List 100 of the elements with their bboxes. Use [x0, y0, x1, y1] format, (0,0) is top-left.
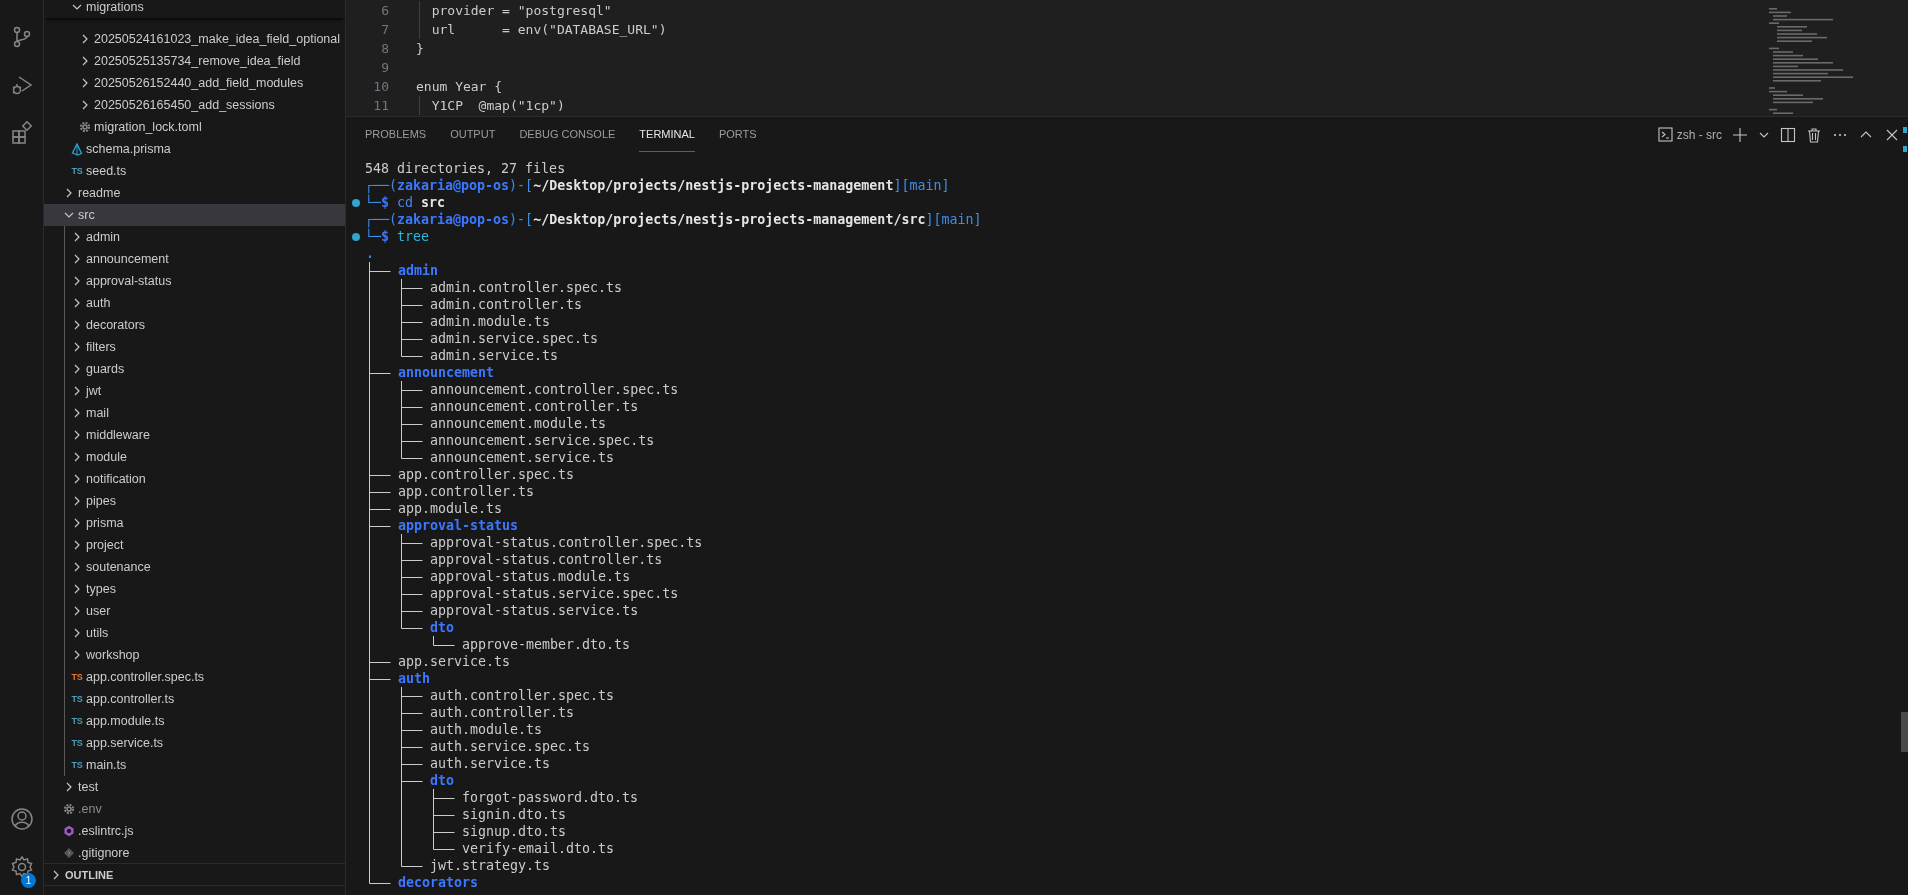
terminal-output: 548 directories, 27 files — [365, 161, 566, 176]
folder-item[interactable]: 20250525135734_remove_idea_field — [44, 50, 345, 72]
panel-tab[interactable]: PROBLEMS — [365, 117, 427, 152]
file-name: admin.controller.ts — [430, 296, 583, 313]
prompt-line: ┌──(zakaria@pop-os)-[~/Desktop/projects/nestjs-projects-management][main] — [365, 178, 950, 193]
panel-tab[interactable]: PORTS — [718, 117, 757, 152]
file-name: approval-status.module.ts — [430, 568, 631, 585]
folder-item[interactable]: pipes — [44, 490, 345, 512]
file-item[interactable]: TS app.controller.ts — [44, 688, 345, 710]
file-name: auth.service.spec.ts — [430, 738, 591, 755]
folder-item[interactable]: 20250524161023_make_idea_field_optional — [44, 28, 345, 50]
folder-item[interactable]: notification — [44, 468, 345, 490]
file-item[interactable]: TS app.service.ts — [44, 732, 345, 754]
typescript-file-icon: TS — [71, 672, 83, 682]
file-name: auth.service.ts — [430, 755, 551, 772]
folder-item[interactable]: jwt — [44, 380, 345, 402]
gear-icon — [63, 803, 75, 815]
folder-item[interactable]: module — [44, 446, 345, 468]
folder-item[interactable]: mail — [44, 402, 345, 424]
account-icon[interactable] — [9, 807, 34, 831]
directory-name: admin — [398, 262, 439, 279]
file-name: announcement.controller.ts — [430, 398, 639, 415]
file-item[interactable]: .gitignore — [44, 842, 345, 863]
file-item[interactable]: TS app.module.ts — [44, 710, 345, 732]
directory-name: dto — [430, 619, 455, 636]
trash-icon[interactable] — [1806, 126, 1822, 143]
folder-item[interactable]: 20250526165450_add_sessions — [44, 94, 345, 116]
code-line: enum Year { — [416, 78, 503, 96]
file-name: auth.module.ts — [430, 721, 543, 738]
typescript-file-icon: TS — [71, 738, 83, 748]
directory-name: dto — [430, 772, 455, 789]
file-item[interactable]: TS app.controller.spec.ts — [44, 666, 345, 688]
folder-item[interactable]: auth — [44, 292, 345, 314]
folder-item[interactable]: workshop — [44, 644, 345, 666]
folder-item[interactable]: 20250526152440_add_field_modules — [44, 72, 345, 94]
folder-item[interactable]: filters — [44, 336, 345, 358]
file-item[interactable]: migration_lock.toml — [44, 116, 345, 138]
file-name: signin.dto.ts — [462, 806, 567, 823]
hexagon-icon — [63, 825, 75, 837]
folder-item[interactable]: guards — [44, 358, 345, 380]
folder-item[interactable]: decorators — [44, 314, 345, 336]
file-name: app.module.ts — [398, 500, 503, 517]
folder-item[interactable]: prisma — [44, 512, 345, 534]
extensions-icon[interactable] — [9, 121, 34, 145]
typescript-file-icon: TS — [71, 760, 83, 770]
line-number: 10 — [372, 78, 389, 96]
file-item[interactable]: TS seed.ts — [44, 160, 345, 182]
file-name: signup.dto.ts — [462, 823, 567, 840]
file-item[interactable]: .eslintrc.js — [44, 820, 345, 842]
typescript-file-icon: TS — [71, 166, 83, 176]
file-name: approval-status.controller.spec.ts — [430, 534, 703, 551]
folder-item[interactable]: soutenance — [44, 556, 345, 578]
folder-item[interactable]: middleware — [44, 424, 345, 446]
panel-tab[interactable]: DEBUG CONSOLE — [519, 117, 616, 152]
file-name: announcement.controller.spec.ts — [430, 381, 679, 398]
typescript-file-icon: TS — [71, 716, 83, 726]
folder-item[interactable]: project — [44, 534, 345, 556]
file-item[interactable]: schema.prisma — [44, 138, 345, 160]
line-number: 8 — [380, 40, 389, 58]
folder-item[interactable]: approval-status — [44, 270, 345, 292]
file-name: admin.controller.spec.ts — [430, 279, 623, 296]
folder-item[interactable]: test — [44, 776, 345, 798]
file-name: announcement.service.ts — [430, 449, 615, 466]
folder-item[interactable]: migrations — [44, 0, 345, 18]
code-line: provider = "postgresql" — [416, 1, 612, 20]
terminal-instance-button[interactable]: zsh - src — [1655, 125, 1724, 144]
folder-item[interactable]: utils — [44, 622, 345, 644]
folder-item[interactable]: user — [44, 600, 345, 622]
line-number: 7 — [380, 21, 389, 39]
file-name: verify-email.dto.ts — [462, 840, 615, 857]
plus-icon[interactable] — [1732, 126, 1748, 143]
folder-item[interactable]: announcement — [44, 248, 345, 270]
file-name: app.controller.ts — [398, 483, 535, 500]
code-line: url = env("DATABASE_URL") — [416, 20, 667, 39]
gear-icon — [79, 121, 91, 133]
file-item[interactable]: .env — [44, 798, 345, 820]
section-header[interactable]: OUTLINE — [50, 868, 114, 881]
folder-item[interactable]: readme — [44, 182, 345, 204]
directory-name: auth — [398, 670, 431, 687]
command-decoration-icon[interactable] — [352, 232, 360, 241]
folder-item[interactable]: types — [44, 578, 345, 600]
file-item[interactable]: TS main.ts — [44, 754, 345, 776]
code-line: Y1CP @map("1cp") — [416, 96, 565, 115]
panel-tab[interactable]: TERMINAL — [639, 117, 695, 152]
file-name: jwt.strategy.ts — [430, 857, 551, 874]
command-line: └─$ cd src — [365, 195, 446, 210]
folder-item[interactable]: src — [44, 204, 345, 226]
command-line: └─$ tree — [365, 229, 430, 244]
file-name: app.service.ts — [398, 653, 511, 670]
terminal-icon — [1657, 127, 1673, 142]
prompt-line: ┌──(zakaria@pop-os)-[~/Desktop/projects/nestjs-projects-management/src][main] — [365, 212, 982, 227]
split-icon[interactable] — [1780, 126, 1796, 143]
file-name: admin.module.ts — [430, 313, 551, 330]
line-number: 6 — [380, 2, 389, 20]
file-name: approval-status.controller.ts — [430, 551, 663, 568]
panel-tab[interactable]: OUTPUT — [450, 117, 496, 152]
directory-name: . — [366, 245, 374, 262]
command-decoration-icon[interactable] — [352, 198, 360, 207]
file-name: announcement.service.spec.ts — [430, 432, 655, 449]
folder-item[interactable]: admin — [44, 226, 345, 248]
